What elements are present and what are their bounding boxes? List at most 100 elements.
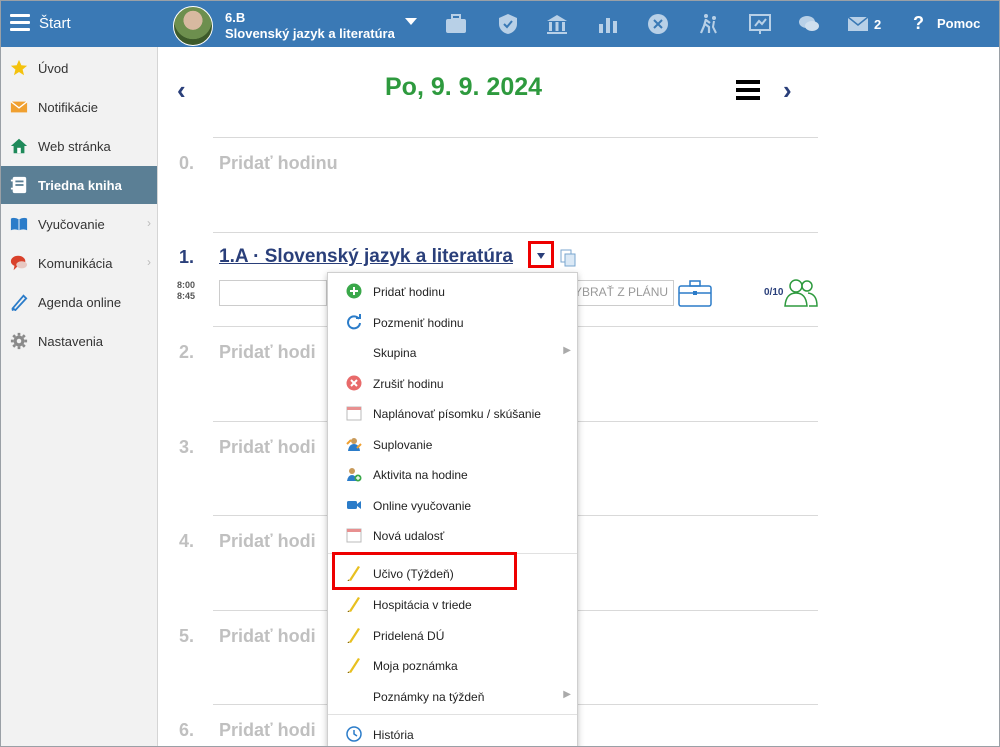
menu-item-modify-lesson[interactable]: Pozmeniť hodinu: [328, 306, 577, 336]
menu-item-label: Pridelená DÚ: [373, 629, 445, 643]
menu-item-my-note[interactable]: Moja poznámka: [328, 649, 577, 679]
video-camera-icon: [347, 501, 361, 509]
menu-item-label: Suplovanie: [373, 438, 433, 452]
copy-icon[interactable]: [560, 249, 576, 267]
sidebar-item-agenda-online[interactable]: Agenda online: [1, 283, 157, 321]
previous-day-chevron-left-icon[interactable]: ‹: [177, 75, 186, 106]
house-icon: [10, 138, 28, 154]
menu-item-label: Moja poznámka: [373, 659, 458, 673]
menu-item-activity[interactable]: Aktivita na hodine: [328, 458, 577, 488]
class-name[interactable]: 6.B: [225, 10, 245, 25]
lesson-number: 0.: [179, 153, 195, 173]
select-from-plan-button[interactable]: YBRAŤ Z PLÁNU: [569, 280, 674, 306]
add-lesson-link[interactable]: Pridať hodi: [219, 720, 316, 741]
lesson-topic-input[interactable]: [219, 280, 327, 306]
menu-icon[interactable]: [736, 80, 760, 104]
lesson-context-menu: Pridať hodinu Pozmeniť hodinu Skupina ▶ …: [327, 272, 578, 746]
lesson-number: 2.: [179, 342, 195, 362]
menu-item-substitution[interactable]: Suplovanie: [328, 428, 577, 458]
lesson-menu-dropdown-button[interactable]: [528, 241, 554, 268]
subject-name[interactable]: Slovenský jazyk a literatúra: [225, 26, 395, 41]
add-lesson-link[interactable]: Pridať hodi: [219, 626, 316, 647]
menu-item-week-notes[interactable]: Poznámky na týždeň ▶: [328, 680, 577, 710]
pencil-icon: [347, 658, 360, 673]
menu-item-add-lesson[interactable]: Pridať hodinu: [328, 275, 577, 305]
attendance-count[interactable]: 0/10: [764, 287, 783, 298]
sidebar-item-label: Komunikácia: [38, 256, 113, 271]
sidebar-item-komunikacia[interactable]: Komunikácia ›: [1, 244, 157, 282]
briefcase-icon[interactable]: [444, 12, 468, 36]
clock-icon: [346, 726, 362, 742]
shield-icon[interactable]: [496, 12, 520, 36]
briefcase-icon[interactable]: [678, 279, 712, 307]
menu-item-label: Skupina: [373, 346, 417, 360]
lesson-number: 4.: [179, 531, 195, 551]
no-entry-icon[interactable]: [646, 12, 670, 36]
help-icon[interactable]: ?: [913, 13, 924, 34]
sidebar-item-uvod[interactable]: Úvod: [1, 49, 157, 87]
sidebar-item-triedna-kniha[interactable]: Triedna kniha: [1, 166, 157, 204]
menu-item-assigned-homework[interactable]: Pridelená DÚ: [328, 619, 577, 649]
menu-item-label: Aktivita na hodine: [373, 468, 468, 482]
lesson-number: 5.: [179, 626, 195, 646]
lesson-time-start: 8:00: [177, 280, 196, 290]
menu-item-schedule-test[interactable]: Naplánovať písomku / skúšanie: [328, 397, 577, 427]
sidebar: Úvod Notifikácie Web stránka Triedna kni…: [1, 47, 158, 746]
menu-item-label: Naplánovať písomku / skúšanie: [373, 407, 541, 421]
sidebar-item-vyucovanie[interactable]: Vyučovanie ›: [1, 205, 157, 243]
hamburger-menu-icon[interactable]: [10, 14, 30, 32]
menu-item-label: Hospitácia v triede: [373, 598, 472, 612]
chevron-right-icon: ›: [147, 216, 151, 230]
add-lesson-link[interactable]: Pridať hodinu: [219, 153, 338, 174]
start-link[interactable]: Štart: [39, 15, 71, 32]
chevron-right-icon: ›: [147, 255, 151, 269]
calendar-icon: [346, 406, 362, 421]
menu-item-cancel-lesson[interactable]: Zrušiť hodinu: [328, 367, 577, 397]
star-icon: [10, 59, 28, 76]
students-icon[interactable]: [784, 278, 818, 308]
chat-icon[interactable]: [797, 12, 821, 36]
menu-item-class-inspection[interactable]: Hospitácia v triede: [328, 588, 577, 618]
menu-item-group[interactable]: Skupina ▶: [328, 336, 577, 366]
envelope-icon: [10, 101, 28, 113]
avatar[interactable]: [173, 6, 213, 46]
highlight-frame: [332, 552, 517, 590]
lesson-number: 1.: [179, 247, 195, 267]
institution-icon[interactable]: [545, 12, 569, 36]
app-window: Štart 6.B Slovenský jazyk a literatúra 2…: [0, 0, 1000, 747]
menu-item-history[interactable]: História: [328, 718, 577, 746]
add-lesson-link[interactable]: Pridať hodi: [219, 437, 316, 458]
mail-icon[interactable]: [846, 12, 870, 36]
sidebar-item-label: Úvod: [38, 61, 69, 76]
add-lesson-link[interactable]: Pridať hodi: [219, 342, 316, 363]
sidebar-item-web-stranka[interactable]: Web stránka: [1, 127, 157, 165]
activity-icon: [347, 468, 362, 482]
menu-separator: [328, 714, 577, 715]
next-day-chevron-right-icon[interactable]: ›: [783, 75, 792, 106]
menu-item-online-teaching[interactable]: Online vyučovanie: [328, 489, 577, 519]
notebook-icon: [10, 176, 27, 194]
sidebar-item-notifikacie[interactable]: Notifikácie: [1, 88, 157, 126]
sidebar-item-nastavenia[interactable]: Nastavenia: [1, 322, 157, 360]
sidebar-item-label: Vyučovanie: [38, 217, 105, 232]
lesson-title-link[interactable]: 1.A · Slovenský jazyk a literatúra: [219, 246, 513, 268]
menu-item-label: Zrušiť hodinu: [373, 377, 444, 391]
add-lesson-link[interactable]: Pridať hodi: [219, 531, 316, 552]
sidebar-item-label: Web stránka: [38, 139, 111, 154]
calendar-icon: [346, 528, 362, 543]
menu-item-label: Online vyučovanie: [373, 499, 472, 513]
whiteboard-icon[interactable]: [748, 12, 772, 36]
lesson-number: 3.: [179, 437, 195, 457]
mail-count-badge[interactable]: 2: [874, 17, 881, 32]
menu-item-new-event[interactable]: Nová udalosť: [328, 519, 577, 549]
help-link[interactable]: Pomoc: [937, 16, 980, 31]
menu-item-label: Nová udalosť: [373, 529, 445, 543]
class-select-chevron-down-icon[interactable]: [405, 18, 417, 25]
menu-item-label: Pozmeniť hodinu: [373, 316, 464, 330]
date-title: Po, 9. 9. 2024: [385, 73, 543, 101]
plus-circle-icon: [346, 283, 362, 299]
sidebar-item-label: Agenda online: [38, 295, 122, 310]
bar-chart-icon[interactable]: [596, 12, 620, 36]
submenu-arrow-icon: ▶: [563, 689, 571, 700]
walking-icon[interactable]: [697, 12, 721, 36]
